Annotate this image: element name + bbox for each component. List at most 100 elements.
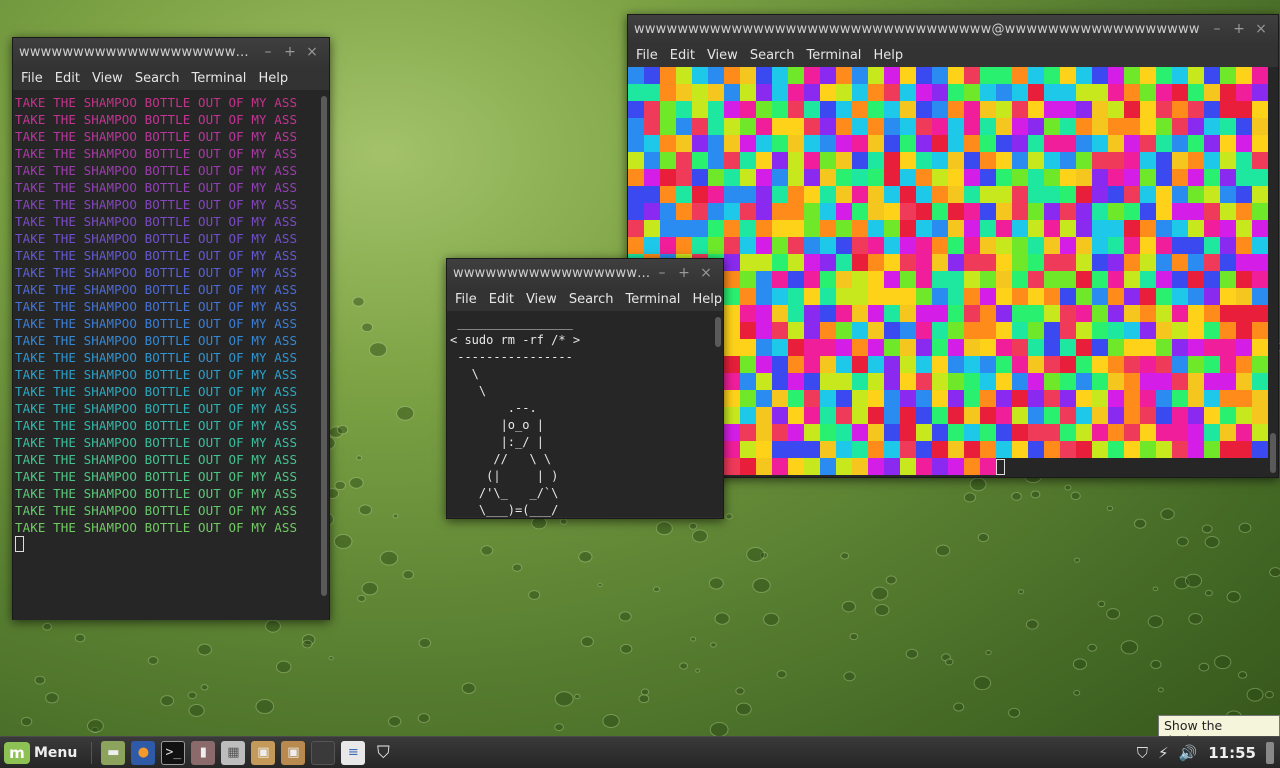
menu-file[interactable]: File (449, 292, 483, 307)
clock[interactable]: 11:55 (1208, 744, 1256, 762)
maximize-icon[interactable]: + (279, 44, 301, 60)
terminal-icon[interactable]: >_ (161, 740, 186, 765)
color-block (1044, 322, 1060, 339)
color-block (1028, 220, 1044, 237)
menu-search[interactable]: Search (129, 71, 186, 86)
color-block (676, 152, 692, 169)
menu-edit[interactable]: Edit (49, 71, 86, 86)
color-block (868, 254, 884, 271)
color-block (1220, 203, 1236, 220)
menu-search[interactable]: Search (563, 292, 620, 307)
package-icon[interactable]: ▣ (251, 740, 276, 765)
maximize-icon[interactable]: + (1228, 21, 1250, 37)
menu-edit[interactable]: Edit (483, 292, 520, 307)
color-block (1156, 356, 1172, 373)
color-block (996, 220, 1012, 237)
files-icon[interactable]: ▬ (101, 740, 126, 765)
color-block (932, 84, 948, 101)
color-block (964, 186, 980, 203)
firefox-icon[interactable]: ● (131, 740, 156, 765)
color-block (692, 152, 708, 169)
text-editor-icon[interactable]: ≡ (341, 740, 366, 765)
color-block (964, 118, 980, 135)
color-block (1028, 322, 1044, 339)
close-icon[interactable]: × (301, 44, 323, 60)
color-block (1140, 305, 1156, 322)
menu-help[interactable]: Help (686, 292, 728, 307)
color-block (980, 203, 996, 220)
color-block (1044, 407, 1060, 424)
shield-icon[interactable]: ⛉ (371, 741, 395, 765)
menu-edit[interactable]: Edit (664, 48, 701, 63)
menu-view[interactable]: View (520, 292, 563, 307)
menu-search[interactable]: Search (744, 48, 801, 63)
terminal-window-left[interactable]: wwwwwwwwwwwwwwwwwwwww... – + × File Edit… (12, 37, 330, 620)
close-icon[interactable]: × (695, 265, 717, 281)
menu-help[interactable]: Help (867, 48, 909, 63)
volume-icon[interactable]: 🔊 (1179, 744, 1198, 762)
color-block (1108, 373, 1124, 390)
color-block (740, 67, 756, 84)
maximize-icon[interactable]: + (673, 265, 695, 281)
close-icon[interactable]: × (1250, 21, 1272, 37)
scrollbar[interactable] (321, 96, 327, 596)
color-block (964, 305, 980, 322)
color-block (1252, 305, 1268, 322)
terminal-line: TAKE THE SHAMPOO BOTTLE OUT OF MY ASS (15, 231, 298, 246)
app-icon[interactable]: ▮ (191, 740, 216, 765)
menu-view[interactable]: View (86, 71, 129, 86)
archive-icon[interactable]: ▣ (281, 740, 306, 765)
color-block (1172, 118, 1188, 135)
show-desktop-button[interactable] (1266, 741, 1274, 764)
color-block (900, 441, 916, 458)
color-block (1204, 288, 1220, 305)
color-block (804, 220, 820, 237)
menu-help[interactable]: Help (252, 71, 294, 86)
minimize-icon[interactable]: – (651, 265, 673, 281)
network-icon[interactable]: ⚡ (1158, 744, 1169, 762)
color-block (884, 390, 900, 407)
terminal-output[interactable]: TAKE THE SHAMPOO BOTTLE OUT OF MY ASS TAK… (13, 90, 329, 620)
menu-terminal[interactable]: Terminal (185, 71, 252, 86)
color-block (756, 84, 772, 101)
color-block (1140, 271, 1156, 288)
scrollbar[interactable] (715, 317, 721, 347)
settings-icon[interactable]: ▦ (221, 740, 246, 765)
color-block (868, 237, 884, 254)
menu-button[interactable]: m Menu (0, 737, 85, 768)
color-block (916, 67, 932, 84)
color-block (852, 237, 868, 254)
update-shield-icon[interactable]: ⛉ (1137, 744, 1148, 762)
color-block (1236, 118, 1252, 135)
color-block (692, 67, 708, 84)
menu-file[interactable]: File (15, 71, 49, 86)
window-titlebar[interactable]: wwwwwwwwwwwwwwwwwwwwwwwwwwwwwwwww@wwwwww… (628, 15, 1278, 43)
color-block (1252, 67, 1268, 84)
color-block (1236, 101, 1252, 118)
menu-terminal[interactable]: Terminal (619, 292, 686, 307)
color-block (980, 390, 996, 407)
minimize-icon[interactable]: – (257, 44, 279, 60)
menu-view[interactable]: View (701, 48, 744, 63)
color-block (740, 101, 756, 118)
color-block (948, 254, 964, 271)
color-block (980, 373, 996, 390)
terminal-window-colors[interactable]: wwwwwwwwwwwwwwwwwwwwwwwwwwwwwwwww@wwwwww… (627, 14, 1279, 478)
menu-terminal[interactable]: Terminal (800, 48, 867, 63)
scrollbar[interactable] (1270, 433, 1276, 473)
color-block (1252, 101, 1268, 118)
terminal-line: TAKE THE SHAMPOO BOTTLE OUT OF MY ASS (15, 265, 298, 280)
terminal-output[interactable]: ________________ < sudo rm -rf /* > ----… (447, 311, 723, 517)
taskbar-window-button[interactable] (311, 740, 336, 765)
window-titlebar[interactable]: wwwwwwwwwwwwwwwwww... – + × (447, 259, 723, 287)
minimize-icon[interactable]: – (1206, 21, 1228, 37)
terminal-window-cowsay[interactable]: wwwwwwwwwwwwwwwwww... – + × File Edit Vi… (446, 258, 724, 519)
color-block (1044, 101, 1060, 118)
color-block (1108, 84, 1124, 101)
color-block (1124, 67, 1140, 84)
window-titlebar[interactable]: wwwwwwwwwwwwwwwwwwwww... – + × (13, 38, 329, 66)
color-block (900, 152, 916, 169)
menu-file[interactable]: File (630, 48, 664, 63)
color-block (804, 152, 820, 169)
terminal-output[interactable] (628, 67, 1278, 477)
